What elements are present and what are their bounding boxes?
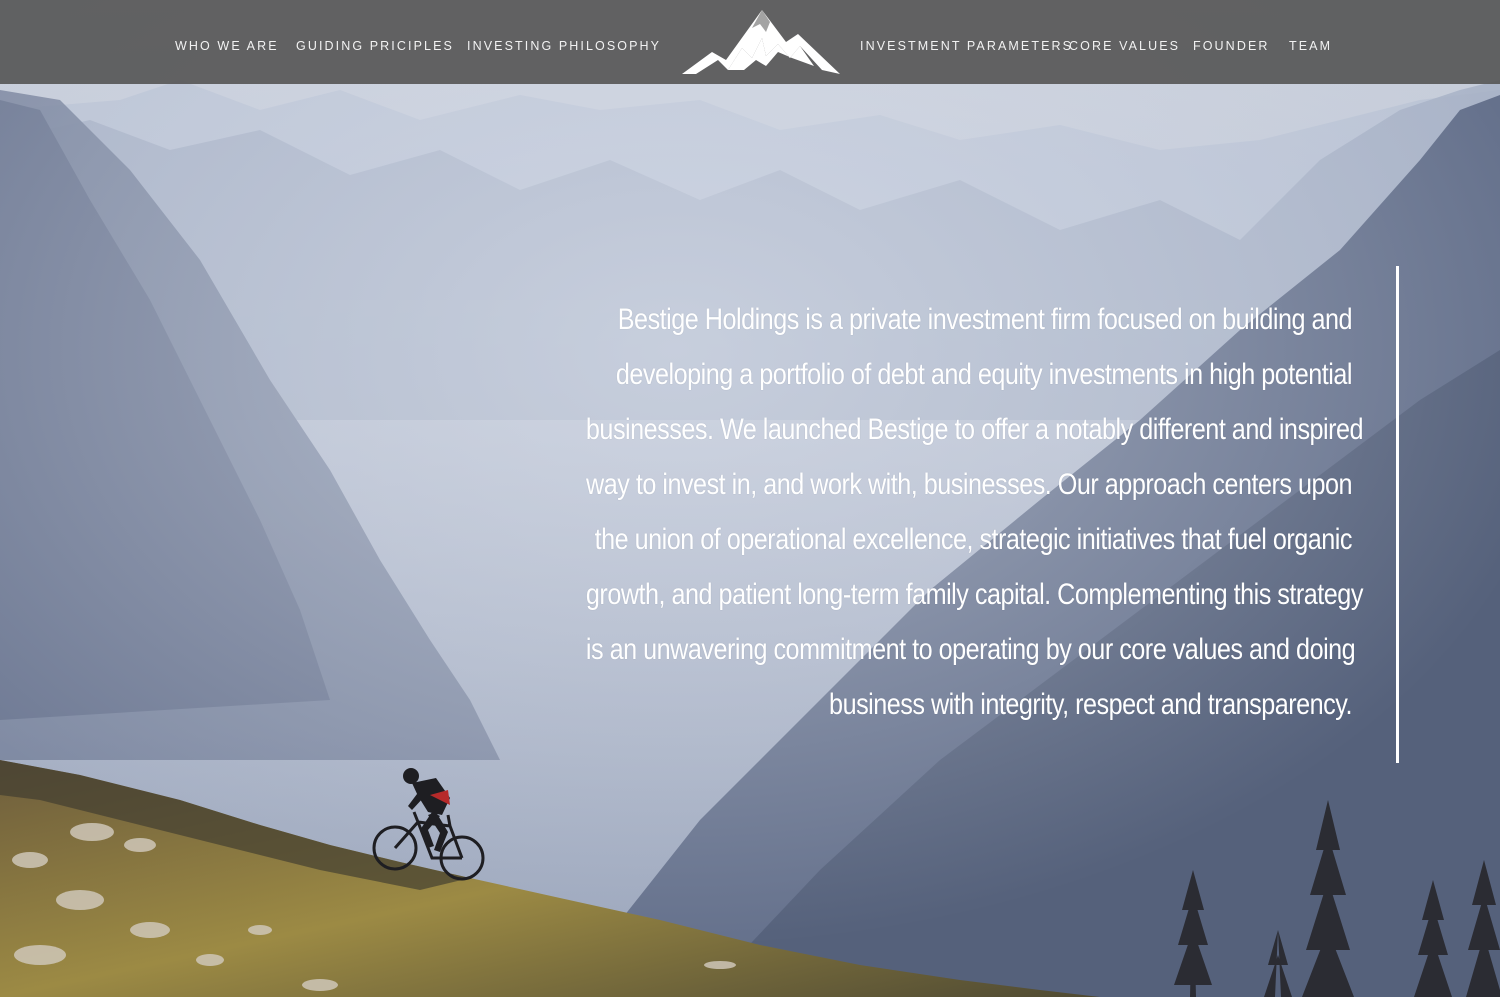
statement-line: developing a portfolio of debt and equit…: [615, 358, 1353, 391]
statement-line: growth, and patient long-term family cap…: [585, 578, 1364, 611]
accent-divider-bar: [1396, 266, 1399, 763]
nav-link-investment-parameters[interactable]: INVESTMENT PARAMETERS: [860, 39, 1073, 53]
company-statement: Bestige Holdings is a private investment…: [585, 292, 1364, 732]
nav-link-core-values[interactable]: CORE VALUES: [1069, 39, 1180, 53]
statement-line: way to invest in, and work with, busines…: [586, 468, 1352, 501]
statement-line: business with integrity, respect and tra…: [829, 688, 1352, 721]
nav-link-founder[interactable]: FOUNDER: [1193, 39, 1270, 53]
statement-line: is an unwavering commitment to operating…: [585, 633, 1356, 666]
top-navigation-bar: WHO WE ARE GUIDING PRICIPLES INVESTING P…: [0, 0, 1500, 84]
statement-line: Bestige Holdings is a private investment…: [617, 303, 1353, 336]
statement-line: the union of operational excellence, str…: [594, 523, 1353, 556]
nav-link-investing-philosophy[interactable]: INVESTING PHILOSOPHY: [467, 39, 661, 53]
nav-link-team[interactable]: TEAM: [1289, 39, 1332, 53]
statement-line: businesses. We launched Bestige to offer…: [585, 413, 1364, 446]
mountain-peaks-icon[interactable]: [682, 8, 840, 76]
nav-link-guiding-principles[interactable]: GUIDING PRICIPLES: [296, 39, 454, 53]
nav-link-who-we-are[interactable]: WHO WE ARE: [175, 39, 279, 53]
hero-page: WHO WE ARE GUIDING PRICIPLES INVESTING P…: [0, 0, 1500, 997]
